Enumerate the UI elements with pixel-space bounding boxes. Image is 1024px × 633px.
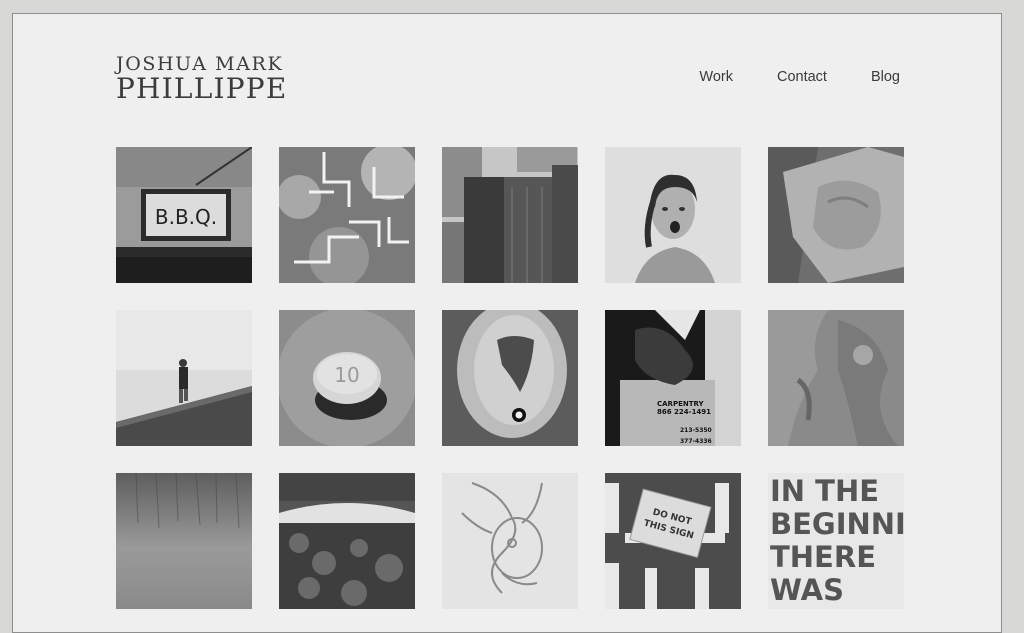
thumb-hill-walker[interactable] bbox=[116, 310, 252, 446]
bbq-sign-text: B.B.Q. bbox=[155, 205, 217, 229]
thumb-maze-glass[interactable] bbox=[279, 147, 415, 283]
thumb-bbq-sign[interactable]: B.B.Q. bbox=[116, 147, 252, 283]
thumb-graffiti-text[interactable]: IN THE BEGINNI THERE WAS bbox=[768, 473, 904, 609]
graffiti-line-1: IN THE bbox=[770, 474, 879, 508]
thumb-poster-wall[interactable]: CARPENTRY 866 224-1491 213-5350 377-4336 bbox=[605, 310, 741, 446]
main-nav: Work Contact Blog bbox=[699, 69, 900, 85]
poster-line-1: CARPENTRY bbox=[657, 400, 704, 408]
thumb-shadow-face[interactable] bbox=[442, 310, 578, 446]
site-logo[interactable]: JOSHUA MARK PHILLIPPE bbox=[116, 54, 288, 104]
nav-contact[interactable]: Contact bbox=[777, 69, 827, 85]
thumb-animal-sketch[interactable] bbox=[442, 473, 578, 609]
thumb-peeling-paint[interactable] bbox=[768, 310, 904, 446]
page-frame: JOSHUA MARK PHILLIPPE Work Contact Blog … bbox=[12, 13, 1002, 633]
thumb-textured-rock[interactable] bbox=[768, 147, 904, 283]
pill-marking: 10 bbox=[334, 363, 359, 387]
poster-line-2: 866 224-1491 bbox=[657, 408, 711, 416]
logo-line-1: JOSHUA MARK bbox=[116, 53, 284, 75]
thumb-do-not-sign[interactable]: DO NOT THIS SIGN bbox=[605, 473, 741, 609]
portfolio-grid: B.B.Q. 10 CARPENTRY 866 224-1491 213-535… bbox=[116, 147, 904, 609]
thumb-girl-portrait[interactable] bbox=[605, 147, 741, 283]
thumb-shrubs[interactable] bbox=[279, 473, 415, 609]
graffiti-line-3: THERE bbox=[770, 540, 876, 574]
graffiti-line-4: WAS bbox=[770, 573, 844, 607]
logo-line-2: PHILLIPPE bbox=[116, 72, 288, 105]
nav-work[interactable]: Work bbox=[699, 69, 733, 85]
thumb-pill-closeup[interactable]: 10 bbox=[279, 310, 415, 446]
nav-blog[interactable]: Blog bbox=[871, 69, 900, 85]
poster-line-3: 213-5350 bbox=[680, 427, 712, 434]
thumb-city-towers[interactable] bbox=[442, 147, 578, 283]
thumb-fog-grass[interactable] bbox=[116, 473, 252, 609]
poster-line-4: 377-4336 bbox=[680, 438, 712, 445]
graffiti-line-2: BEGINNI bbox=[770, 507, 904, 541]
